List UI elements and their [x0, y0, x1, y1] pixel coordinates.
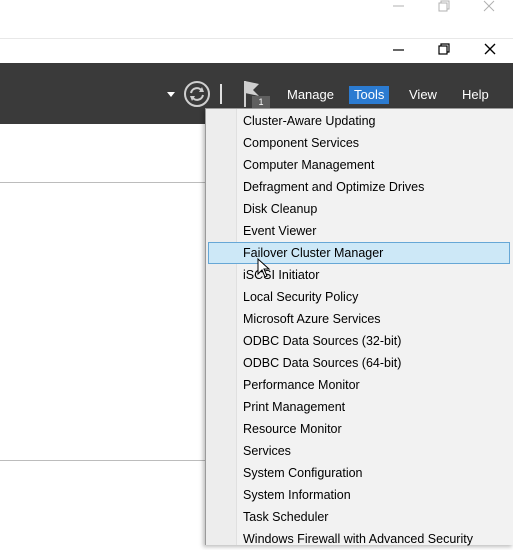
menu-item-failover-cluster-manager[interactable]: Failover Cluster Manager: [208, 242, 510, 264]
outer-minimize-button[interactable]: [388, 0, 410, 22]
inner-restore-button[interactable]: [433, 41, 455, 63]
refresh-icon: [184, 81, 210, 107]
menu-item-microsoft-azure-services[interactable]: Microsoft Azure Services: [208, 308, 510, 330]
menu-item-windows-firewall[interactable]: Windows Firewall with Advanced Security: [208, 528, 510, 550]
inner-window-caption: [0, 38, 513, 64]
refresh-button[interactable]: [183, 80, 211, 108]
inner-minimize-button[interactable]: [388, 43, 410, 65]
menu-item-iscsi-initiator[interactable]: iSCSI Initiator: [208, 264, 510, 286]
menu-item-odbc-64[interactable]: ODBC Data Sources (64-bit): [208, 352, 510, 374]
menu-view[interactable]: View: [404, 86, 442, 104]
pointer-icon: [257, 257, 271, 278]
outer-window-caption: [0, 0, 513, 38]
menu-item-task-scheduler[interactable]: Task Scheduler: [208, 506, 510, 528]
minimize-icon: [393, 49, 404, 51]
close-icon: [484, 43, 496, 55]
menu-tools[interactable]: Tools: [349, 86, 390, 104]
close-icon: [483, 0, 495, 12]
menu-item-performance-monitor[interactable]: Performance Monitor: [208, 374, 510, 396]
minimize-icon: [393, 5, 404, 7]
menu-item-system-information[interactable]: System Information: [208, 484, 510, 506]
menu-item-event-viewer[interactable]: Event Viewer: [208, 220, 510, 242]
menu-item-defragment-drives[interactable]: Defragment and Optimize Drives: [208, 176, 510, 198]
restore-icon: [438, 0, 450, 12]
mouse-cursor: [257, 257, 271, 278]
menu-item-services[interactable]: Services: [208, 440, 510, 462]
menu-item-odbc-32[interactable]: ODBC Data Sources (32-bit): [208, 330, 510, 352]
menu-item-computer-management[interactable]: Computer Management: [208, 154, 510, 176]
menu-item-cluster-aware-updating[interactable]: Cluster-Aware Updating: [208, 110, 510, 132]
menu-item-print-management[interactable]: Print Management: [208, 396, 510, 418]
restore-icon: [438, 43, 450, 55]
menu-item-component-services[interactable]: Component Services: [208, 132, 510, 154]
navigation-dropdown-button[interactable]: [165, 88, 177, 100]
caret-down-icon: [167, 92, 175, 97]
inner-close-button[interactable]: [479, 41, 501, 63]
outer-close-button[interactable]: [479, 0, 501, 22]
content-header-band: [0, 124, 205, 183]
tools-dropdown-menu: Cluster-Aware Updating Component Service…: [205, 108, 513, 546]
toolbar-separator: [220, 84, 222, 104]
menu-manage[interactable]: Manage: [282, 86, 339, 104]
menu-item-local-security-policy[interactable]: Local Security Policy: [208, 286, 510, 308]
menu-item-system-configuration[interactable]: System Configuration: [208, 462, 510, 484]
menu-item-resource-monitor[interactable]: Resource Monitor: [208, 418, 510, 440]
menu-item-disk-cleanup[interactable]: Disk Cleanup: [208, 198, 510, 220]
menu-help[interactable]: Help: [457, 86, 494, 104]
outer-restore-button[interactable]: [433, 0, 455, 22]
content-lower-pane: [0, 461, 205, 544]
notification-count-badge: 1: [252, 96, 270, 108]
content-pane: [0, 183, 205, 461]
